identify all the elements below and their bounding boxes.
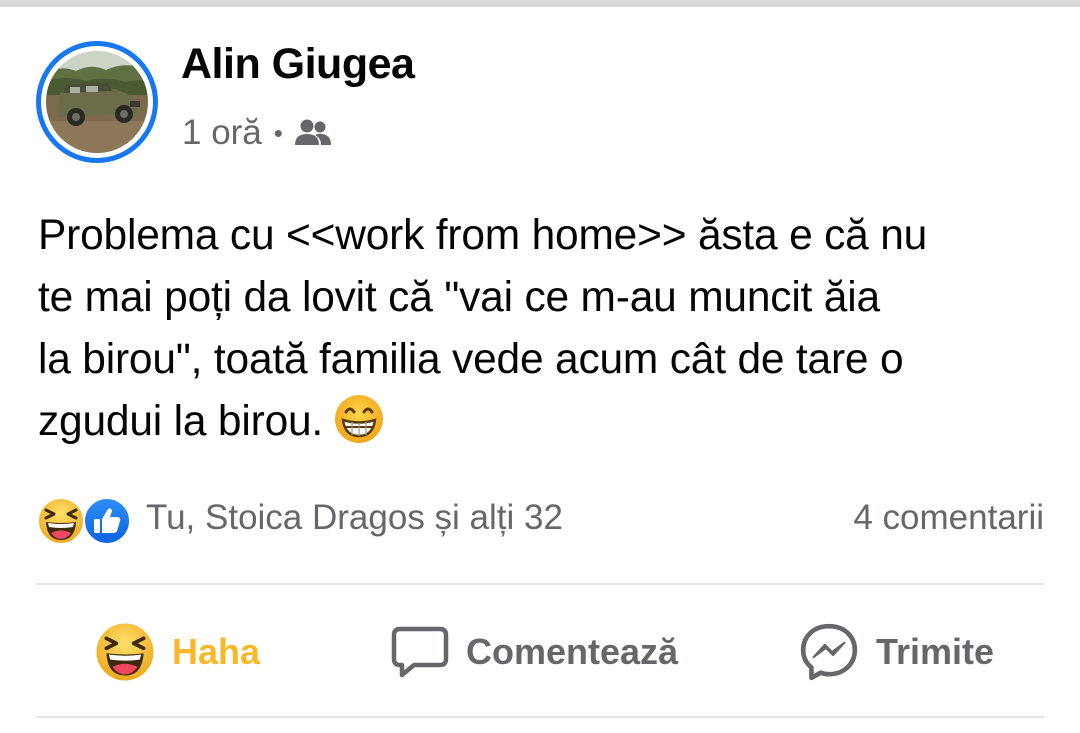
haha-button[interactable]: Haha	[94, 620, 260, 684]
post-text-line: zgudui la birou.	[38, 398, 324, 445]
comment-button-label: Comentează	[466, 631, 679, 672]
post-time[interactable]: 1 oră	[182, 113, 262, 153]
post-text-line: te mai poți da lovit că "vai ce m-au mun…	[38, 274, 880, 321]
send-button[interactable]: Trimite	[798, 620, 994, 684]
reaction-icons[interactable]	[36, 494, 136, 546]
meta-separator: •	[273, 117, 283, 148]
post-author-name[interactable]: Alin Giugea	[181, 40, 415, 89]
divider	[36, 583, 1044, 585]
post-text-line: la birou", toată familia vede acum cât d…	[38, 336, 904, 383]
reactions-summary-text[interactable]: Tu, Stoica Dragos și alți 32	[146, 498, 563, 538]
divider	[36, 716, 1044, 718]
post-meta: 1 oră •	[182, 108, 333, 158]
haha-button-label: Haha	[172, 631, 261, 672]
avatar-jeep-picture	[46, 51, 148, 153]
post-body: Problema cu <<work from home>> ăsta e că…	[38, 205, 1048, 463]
post-card: Alin Giugea 1 oră • Problema cu <<work f…	[0, 0, 1080, 733]
avatar-ring-gap	[41, 46, 153, 158]
reactions-summary: Tu, Stoica Dragos și alți 32 4 comentari…	[36, 494, 1044, 546]
friends-icon[interactable]	[293, 118, 333, 148]
haha-reaction-icon	[36, 496, 86, 551]
comments-count[interactable]: 4 comentarii	[853, 498, 1044, 538]
post-text-line: Problema cu <<work from home>> ăsta e că…	[38, 212, 928, 259]
messenger-icon	[798, 621, 876, 683]
send-button-label: Trimite	[876, 631, 995, 672]
post-text-last-line: zgudui la birou.	[38, 391, 1048, 463]
card-top-border	[0, 0, 1080, 7]
comment-bubble-icon	[390, 623, 466, 681]
haha-reaction-icon	[94, 621, 172, 683]
avatar-photo	[46, 51, 148, 153]
grinning-face-icon	[333, 393, 385, 463]
avatar[interactable]	[36, 41, 158, 163]
like-reaction-icon	[82, 496, 132, 551]
comment-button[interactable]: Comentează	[390, 620, 678, 684]
